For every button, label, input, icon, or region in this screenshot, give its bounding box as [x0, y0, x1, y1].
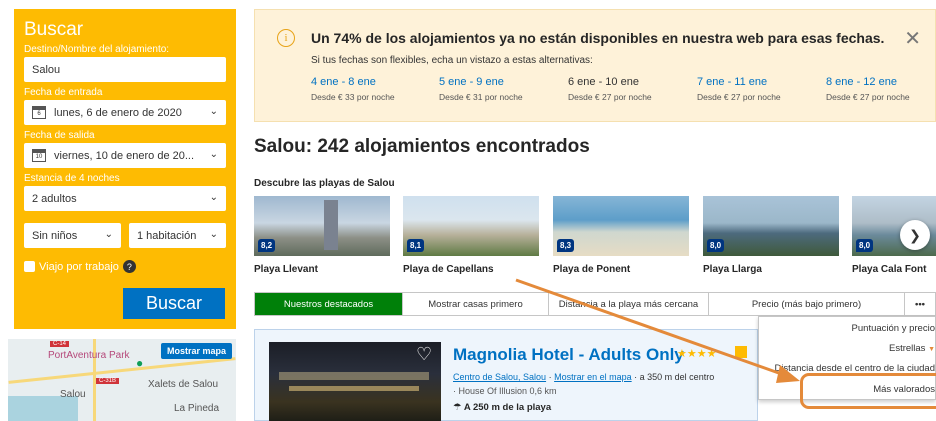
booking-results-page: Buscar Destino/Nombre del alojamiento: S…: [0, 0, 936, 421]
annotation-arrow: [515, 278, 800, 383]
annotation-highlight-box: [800, 373, 936, 409]
arrow-line: [515, 278, 791, 379]
arrow-head: [776, 365, 800, 383]
